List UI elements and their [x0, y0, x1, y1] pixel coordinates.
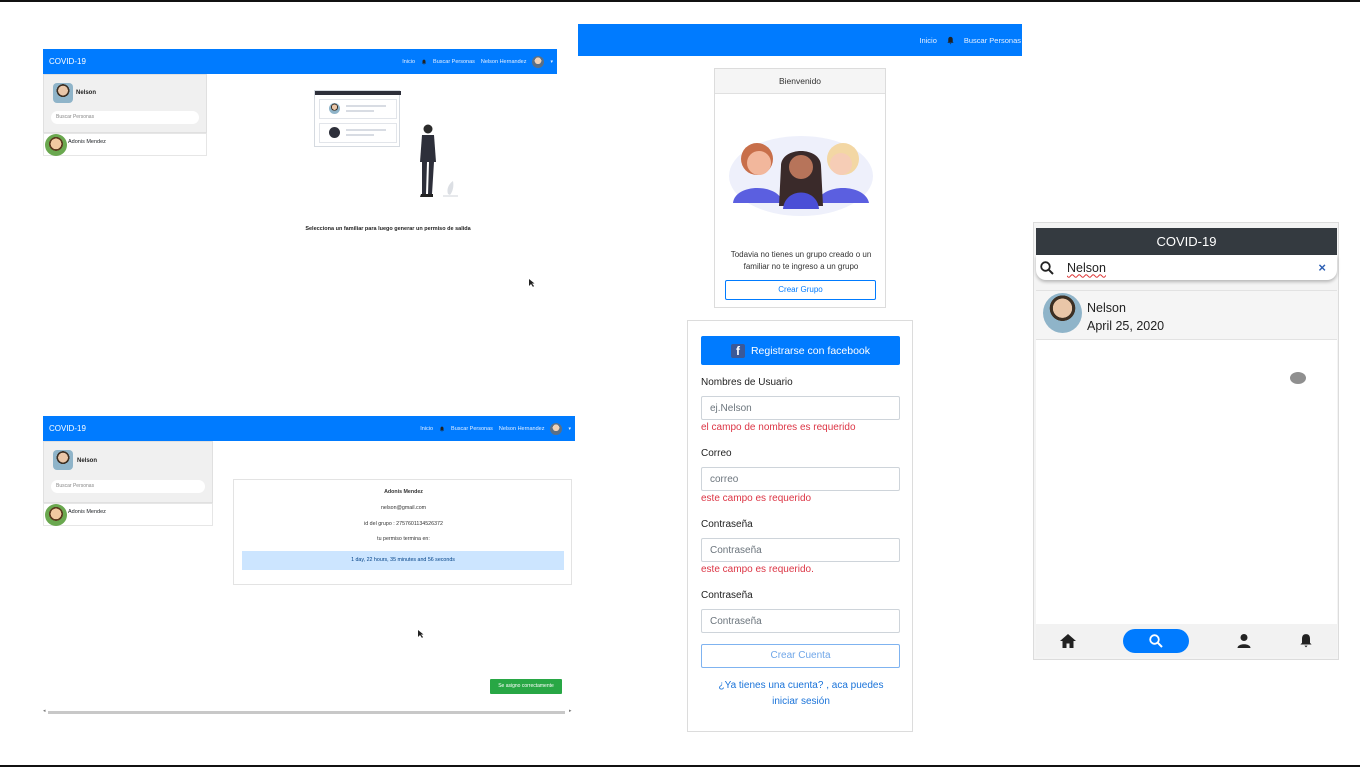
no-group-message-line1: Todavia no tienes un grupo creado o un — [730, 250, 872, 259]
nav-home-link[interactable]: Inicio — [420, 426, 433, 432]
bell-icon[interactable] — [1298, 632, 1314, 649]
chevron-down-icon[interactable]: ▾ — [550, 59, 553, 65]
create-group-button[interactable]: Crear Grupo — [725, 280, 876, 300]
instruction-text: Selecciona un familiar para luego genera… — [305, 226, 471, 232]
confirm-password-label: Contraseña — [701, 590, 753, 601]
profile-avatar — [53, 83, 73, 103]
search-input[interactable]: Buscar Personas — [51, 111, 199, 124]
scroll-right-icon[interactable]: ▸ — [569, 708, 572, 714]
nav-home-link[interactable]: Inicio — [919, 36, 937, 45]
permit-card: Adonis Mendez nelson@gmail.com id del gr… — [233, 479, 572, 585]
panel-permit-detail: COVID-19 Inicio Buscar Personas Nelson H… — [43, 416, 575, 718]
register-form: f Registrarse con facebook Nombres de Us… — [687, 320, 913, 732]
mobile-search-input[interactable]: Nelson — [1067, 261, 1106, 275]
horizontal-scrollbar[interactable]: ◂ ▸ — [43, 708, 575, 715]
mobile-search-screen: COVID-19 Nelson × Nelson April 25, 2020 — [1033, 222, 1339, 660]
mobile-search-bar[interactable]: Nelson × — [1036, 255, 1337, 280]
tab-search[interactable] — [1123, 628, 1190, 653]
result-name: Nelson — [1087, 301, 1126, 315]
profile-name: Nelson — [77, 458, 98, 464]
bottom-border — [0, 765, 1360, 767]
profile-name: Nelson — [76, 90, 97, 96]
result-avatar — [1043, 293, 1082, 333]
contact-avatar — [45, 133, 67, 156]
username-input[interactable]: ej.Nelson — [701, 396, 900, 420]
empty-state-illustration — [313, 90, 463, 200]
panel-select-family: COVID-19 Inicio Buscar Personas Nelson H… — [43, 49, 557, 299]
search-result-item[interactable]: Nelson April 25, 2020 — [1036, 290, 1337, 340]
brand[interactable]: COVID-19 — [43, 57, 86, 66]
password-label: Contraseña — [701, 519, 753, 530]
nav-user-link[interactable]: Nelson Hernandez — [481, 59, 527, 65]
scrollbar-thumb[interactable] — [48, 711, 565, 714]
nav-search-link[interactable]: Buscar Personas — [433, 59, 475, 65]
create-account-button[interactable]: Crear Cuenta — [701, 644, 900, 668]
nav-search-link[interactable]: Buscar Personas — [451, 426, 493, 432]
password-error: este campo es requerido. — [701, 564, 814, 575]
permit-ends-label: tu permiso termina en: — [377, 536, 430, 542]
close-icon[interactable]: × — [1318, 260, 1326, 275]
contact-name: Adonis Mendez — [68, 508, 106, 515]
password-input[interactable]: Contraseña — [701, 538, 900, 562]
profile-avatar — [53, 450, 73, 470]
result-date: April 25, 2020 — [1087, 319, 1165, 333]
contact-list-item[interactable]: Adonis Mendez — [43, 133, 207, 156]
chevron-down-icon[interactable]: ▾ — [568, 426, 571, 432]
avatar[interactable] — [550, 422, 563, 435]
sidebar: Nelson Buscar Personas — [43, 441, 213, 503]
email-input[interactable]: correo — [701, 467, 900, 491]
countdown-alert: 1 day, 22 hours, 35 minutes and 56 secon… — [242, 551, 564, 570]
cursor-icon — [418, 630, 424, 638]
bell-icon[interactable] — [946, 36, 955, 45]
sidebar: Nelson Buscar Personas — [43, 74, 207, 133]
person-icon[interactable] — [1236, 633, 1252, 649]
username-label: Nombres de Usuario — [701, 377, 793, 388]
bell-icon[interactable] — [421, 59, 427, 65]
bell-icon[interactable] — [439, 426, 445, 432]
contact-avatar — [45, 503, 67, 526]
bottom-tab-bar — [1036, 624, 1337, 657]
touch-indicator — [1290, 372, 1306, 384]
navbar: COVID-19 Inicio Buscar Personas Nelson H… — [43, 416, 575, 441]
contact-name: Adonis Mendez — [68, 138, 106, 145]
panel3-navbar: Inicio Buscar Personas — [578, 24, 1022, 56]
no-group-message-line2: familiar no te ingreso a un grupo — [743, 262, 859, 271]
avatar[interactable] — [532, 55, 545, 68]
welcome-card: Bienvenido Todavia no tienes un grupo cr… — [714, 68, 886, 308]
contact-list-item[interactable]: Adonis Mendez — [43, 503, 213, 526]
nav-user-link[interactable]: Nelson Hernandez — [499, 426, 545, 432]
mobile-content — [1036, 340, 1337, 624]
confirm-password-input[interactable]: Contraseña — [701, 609, 900, 633]
permit-email: nelson@gmail.com — [380, 505, 427, 511]
email-label: Correo — [701, 448, 732, 459]
facebook-button-label: Registrarse con facebook — [750, 344, 871, 357]
standing-person-icon — [420, 124, 458, 197]
facebook-icon: f — [730, 343, 745, 358]
search-icon — [1149, 633, 1164, 648]
permit-name: Adonis Mendez — [384, 489, 423, 495]
permit-group-id: id del grupo : 2757601134526372 — [364, 521, 443, 527]
welcome-header: Bienvenido — [715, 69, 885, 94]
search-icon — [1040, 260, 1054, 275]
facebook-register-button[interactable]: f Registrarse con facebook — [701, 336, 900, 365]
scroll-left-icon[interactable]: ◂ — [43, 708, 46, 714]
mobile-title: COVID-19 — [1036, 228, 1337, 255]
navbar: COVID-19 Inicio Buscar Personas Nelson H… — [43, 49, 557, 74]
brand[interactable]: COVID-19 — [43, 424, 86, 433]
success-toast[interactable]: Se asigno correctamente — [490, 679, 562, 694]
search-input[interactable]: Buscar Personas — [51, 480, 205, 493]
group-people-icon — [729, 136, 873, 216]
nav-search-link[interactable]: Buscar Personas — [964, 36, 1021, 45]
email-error: este campo es requerido — [701, 493, 812, 504]
nav-home-link[interactable]: Inicio — [402, 59, 415, 65]
username-error: el campo de nombres es requerido — [701, 422, 856, 433]
cursor-icon — [529, 279, 535, 287]
login-link-line1[interactable]: ¿Ya tienes una cuenta? , aca puedes — [688, 678, 914, 694]
home-icon[interactable] — [1059, 633, 1077, 649]
top-border — [0, 0, 1360, 2]
login-link-line2[interactable]: iniciar sesión — [688, 694, 914, 710]
